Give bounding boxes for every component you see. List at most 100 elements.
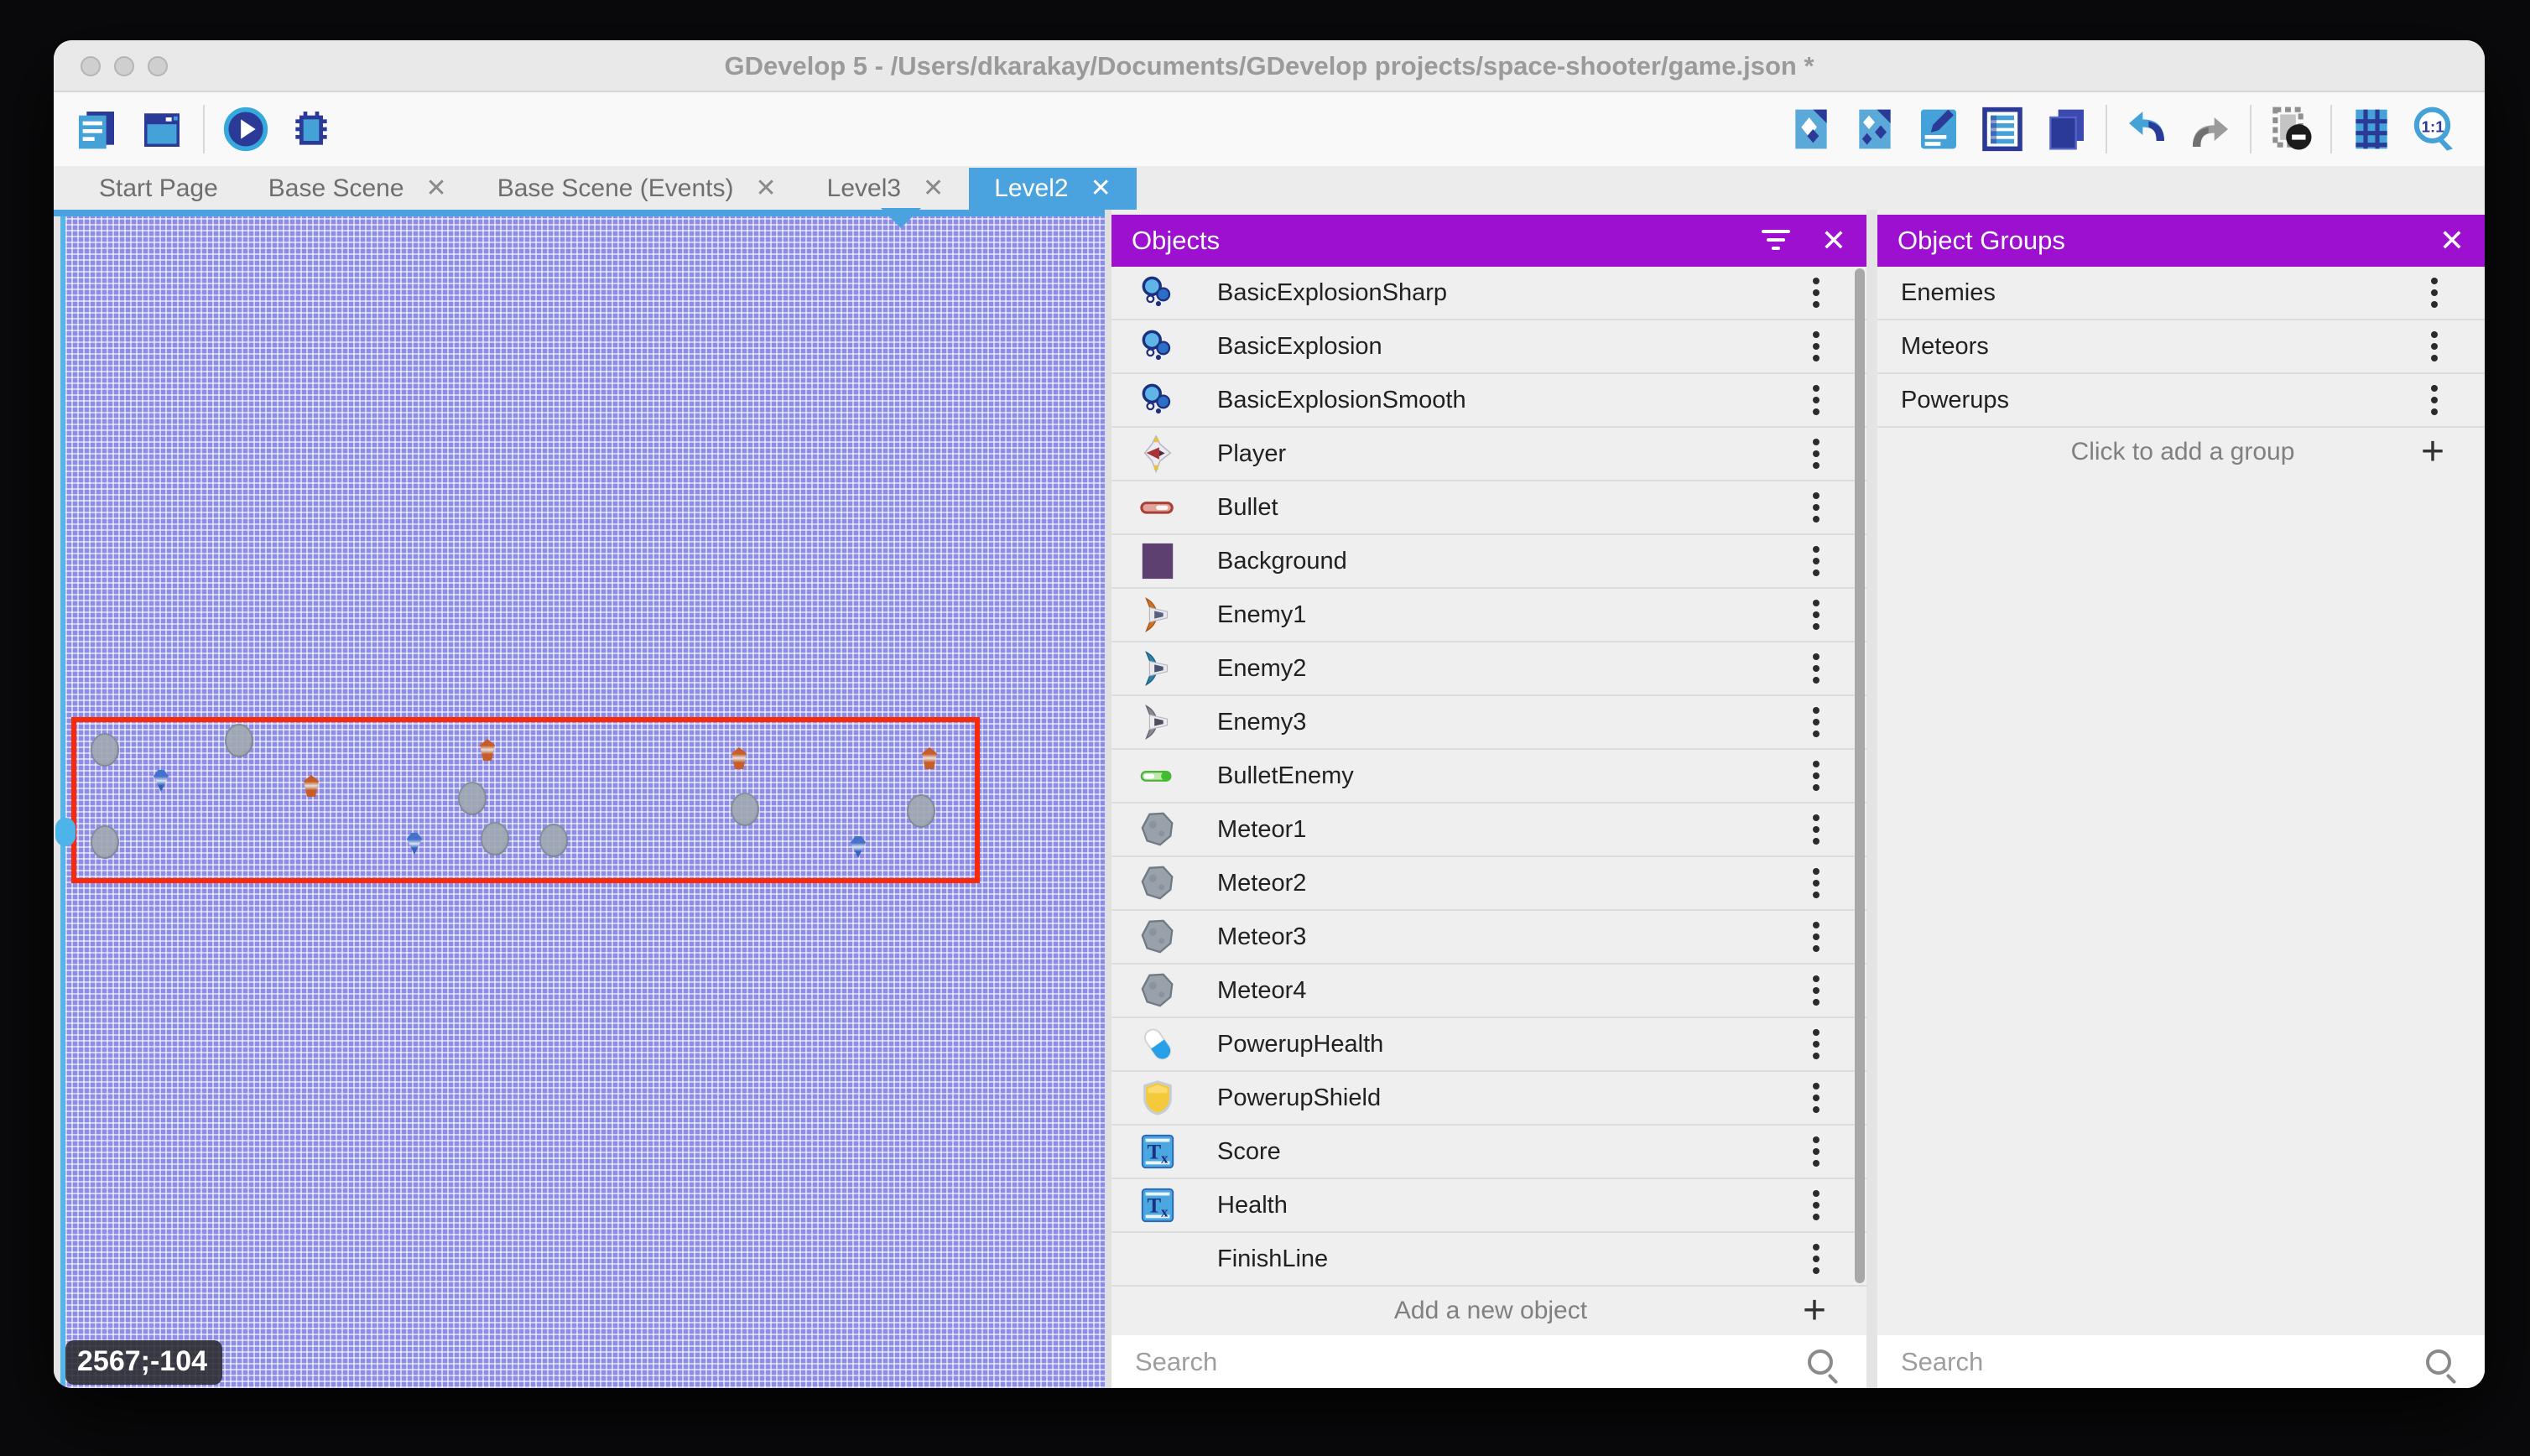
undo-icon[interactable] [2122, 105, 2171, 153]
objects-editor-icon[interactable] [1851, 105, 1899, 153]
object-row-basicexplosion[interactable]: BasicExplosion [1111, 320, 1866, 374]
close-window-button[interactable] [81, 56, 101, 76]
row-menu-dots-icon[interactable] [1813, 868, 1819, 875]
group-row-meteors[interactable]: Meteors [1877, 320, 2485, 374]
add-group-label: Click to add a group [1877, 438, 2421, 466]
toolbar-separator [2106, 105, 2107, 153]
row-menu-dots-icon[interactable] [1813, 653, 1819, 660]
row-label: Health [1217, 1192, 1813, 1219]
row-menu-dots-icon[interactable] [1813, 1190, 1819, 1197]
row-label: Score [1217, 1138, 1813, 1166]
properties-edit-icon[interactable] [1914, 105, 1963, 153]
none-icon [1138, 1240, 1177, 1278]
tab-close-icon[interactable]: ✕ [756, 176, 777, 201]
objects-search-input[interactable] [1111, 1347, 1808, 1377]
search-icon [2426, 1349, 2451, 1375]
tab-close-icon[interactable]: ✕ [426, 176, 447, 201]
object-row-basicexplosionsharp[interactable]: BasicExplosionSharp [1111, 267, 1866, 320]
add-object-label: Add a new object [1111, 1297, 1803, 1325]
zoom-window-button[interactable] [148, 56, 168, 76]
meteor-icon [1138, 810, 1177, 849]
row-menu-dots-icon[interactable] [2431, 331, 2438, 338]
panel-divider[interactable] [1105, 210, 1111, 1388]
row-menu-dots-icon[interactable] [1813, 761, 1819, 767]
play-preview-icon[interactable] [221, 105, 270, 153]
groups-search-input[interactable] [1877, 1347, 2426, 1377]
grid-icon[interactable] [2347, 105, 2396, 153]
debug-icon[interactable] [287, 105, 336, 153]
tab-close-icon[interactable]: ✕ [1091, 176, 1111, 201]
tab-label: Base Scene [268, 174, 404, 203]
object-row-poweruphealth[interactable]: PowerupHealth [1111, 1018, 1866, 1072]
object-row-bullet[interactable]: Bullet [1111, 481, 1866, 535]
window-mask-icon[interactable] [2267, 105, 2315, 153]
tab-level3[interactable]: Level3✕ [802, 168, 970, 210]
object-row-enemy1[interactable]: Enemy1 [1111, 589, 1866, 642]
tab-close-icon[interactable]: ✕ [923, 176, 944, 201]
object-groups-panel: Object Groups ✕ EnemiesMeteorsPowerups C… [1877, 210, 2485, 1388]
objects-scrollbar-thumb[interactable] [1855, 268, 1865, 1283]
row-menu-dots-icon[interactable] [1813, 1083, 1819, 1089]
row-label: Enemy3 [1217, 709, 1813, 736]
tab-base-scene-events-[interactable]: Base Scene (Events)✕ [472, 168, 802, 210]
row-menu-dots-icon[interactable] [1813, 922, 1819, 928]
instances-list-icon[interactable] [1978, 105, 2027, 153]
row-menu-dots-icon[interactable] [1813, 1244, 1819, 1251]
row-menu-dots-icon[interactable] [1813, 492, 1819, 499]
project-manager-icon[interactable] [72, 105, 121, 153]
row-menu-dots-icon[interactable] [1813, 546, 1819, 553]
object-row-enemy3[interactable]: Enemy3 [1111, 696, 1866, 750]
object-row-basicexplosionsmooth[interactable]: BasicExplosionSmooth [1111, 374, 1866, 428]
row-label: Background [1217, 548, 1813, 575]
object-row-score[interactable]: TxScore [1111, 1126, 1866, 1179]
object-row-bulletenemy[interactable]: BulletEnemy [1111, 750, 1866, 803]
filter-icon[interactable] [1759, 228, 1793, 253]
layers-icon[interactable] [2042, 105, 2090, 153]
canvas-vertical-scrollbar-thumb[interactable] [55, 818, 75, 846]
row-menu-dots-icon[interactable] [1813, 439, 1819, 445]
object-row-meteor1[interactable]: Meteor1 [1111, 803, 1866, 857]
group-row-powerups[interactable]: Powerups [1877, 374, 2485, 428]
object-row-background[interactable]: Background [1111, 535, 1866, 589]
row-menu-dots-icon[interactable] [1813, 600, 1819, 606]
zoom-1-1-icon[interactable]: 1:1 [2411, 105, 2460, 153]
row-menu-dots-icon[interactable] [1813, 1136, 1819, 1143]
object-row-meteor2[interactable]: Meteor2 [1111, 857, 1866, 911]
tab-level2[interactable]: Level2✕ [969, 168, 1137, 210]
object-row-health[interactable]: TxHealth [1111, 1179, 1866, 1233]
row-menu-dots-icon[interactable] [1813, 331, 1819, 338]
preview-window-icon[interactable] [138, 105, 186, 153]
toolbar-separator [203, 105, 205, 153]
row-label: BulletEnemy [1217, 762, 1813, 790]
tab-label: Start Page [99, 174, 218, 203]
row-menu-dots-icon[interactable] [1813, 1029, 1819, 1036]
object-row-powerupshield[interactable]: PowerupShield [1111, 1072, 1866, 1126]
row-menu-dots-icon[interactable] [1813, 385, 1819, 392]
row-menu-dots-icon[interactable] [1813, 975, 1819, 982]
add-group-row[interactable]: Click to add a group + [1877, 428, 2485, 476]
add-object-row[interactable]: Add a new object + [1111, 1287, 1866, 1335]
tab-start-page[interactable]: Start Page [74, 168, 243, 210]
traffic-lights [81, 56, 168, 76]
row-label: Powerups [1901, 387, 2431, 414]
row-label: Player [1217, 440, 1813, 468]
group-row-enemies[interactable]: Enemies [1877, 267, 2485, 320]
minimize-window-button[interactable] [114, 56, 134, 76]
row-menu-dots-icon[interactable] [2431, 278, 2438, 284]
close-icon[interactable]: ✕ [1821, 226, 1846, 256]
object-row-meteor4[interactable]: Meteor4 [1111, 965, 1866, 1018]
object-row-player[interactable]: Player [1111, 428, 1866, 481]
tab-base-scene[interactable]: Base Scene ✕ [243, 168, 472, 210]
close-icon[interactable]: ✕ [2439, 226, 2465, 256]
row-menu-dots-icon[interactable] [1813, 278, 1819, 284]
object-row-enemy2[interactable]: Enemy2 [1111, 642, 1866, 696]
row-label: Meteor2 [1217, 870, 1813, 897]
object-row-meteor3[interactable]: Meteor3 [1111, 911, 1866, 965]
object-row-finishline[interactable]: FinishLine [1111, 1233, 1866, 1287]
row-menu-dots-icon[interactable] [1813, 707, 1819, 714]
search-icon [1808, 1349, 1833, 1375]
scene-canvas[interactable]: 2567;-104 [54, 210, 1105, 1388]
scene-properties-icon[interactable] [1787, 105, 1835, 153]
row-menu-dots-icon[interactable] [1813, 814, 1819, 821]
row-menu-dots-icon[interactable] [2431, 385, 2438, 392]
